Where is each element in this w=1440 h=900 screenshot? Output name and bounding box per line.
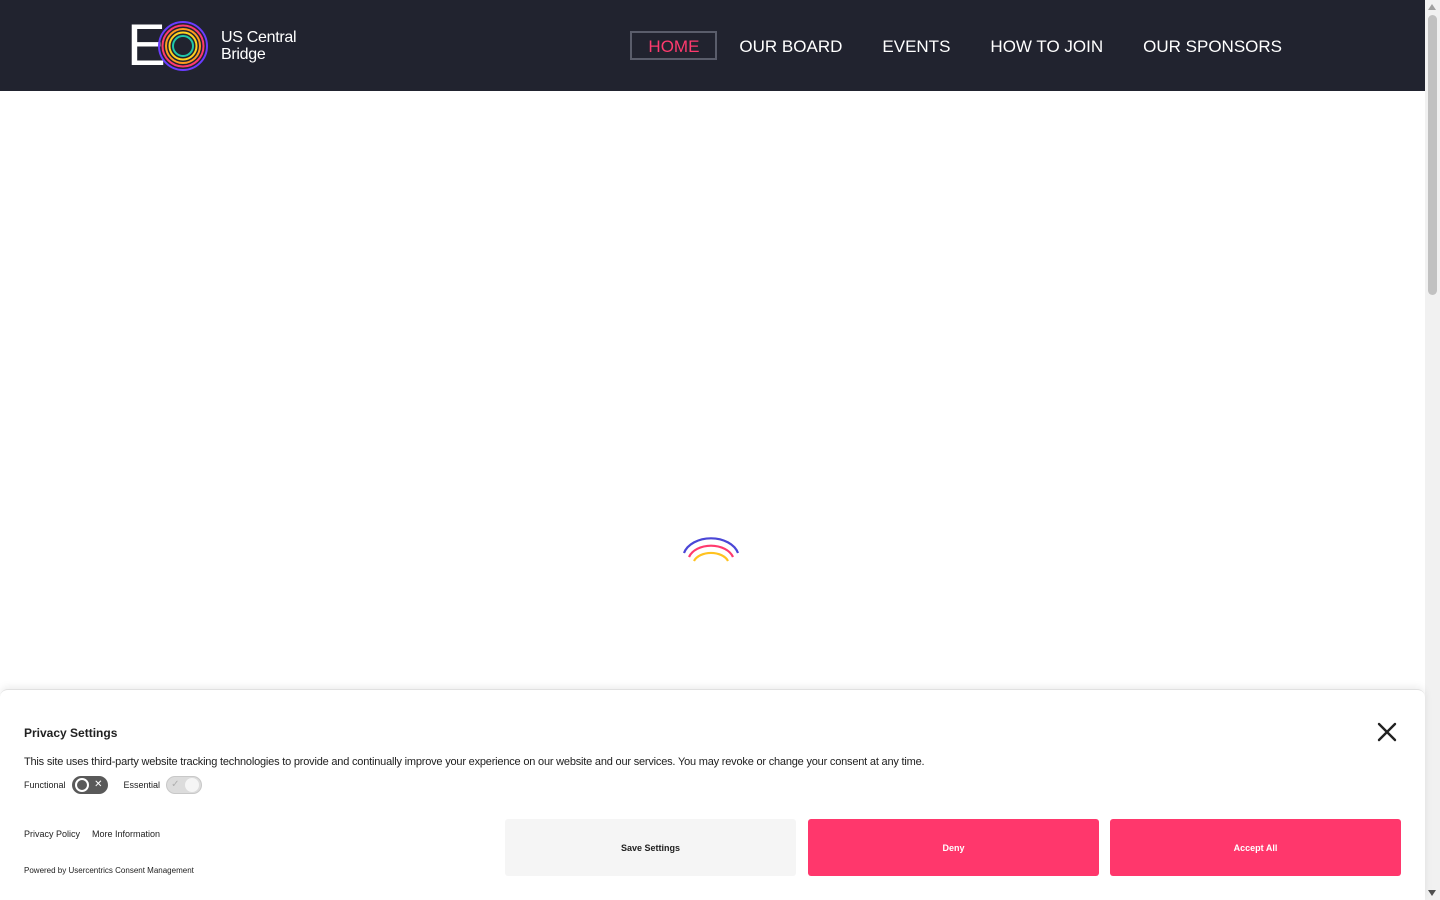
page-scrollbar[interactable] <box>1425 0 1440 900</box>
privacy-policy-link[interactable]: Privacy Policy <box>24 829 80 839</box>
logo-text: US Central Bridge <box>221 29 297 63</box>
nav-home[interactable]: HOME <box>630 31 718 60</box>
scroll-thumb[interactable] <box>1428 15 1437 295</box>
toggle-label-essential: Essential <box>123 780 161 790</box>
logo-letter: E <box>127 13 166 78</box>
accept-all-button[interactable]: Accept All <box>1110 819 1401 876</box>
consent-toggles: Functional ✕ Essential ✓ <box>24 776 218 794</box>
rainbow-arcs-loader-icon <box>682 537 740 562</box>
scroll-down-arrow-icon[interactable] <box>1428 890 1436 896</box>
nav-our-sponsors[interactable]: OUR SPONSORS <box>1125 31 1300 60</box>
consent-description: This site uses third-party website track… <box>24 756 925 768</box>
logo-line-1: US Central <box>221 29 297 46</box>
close-icon[interactable] <box>1374 719 1400 745</box>
toggle-label-functional: Functional <box>24 780 66 790</box>
essential-toggle: ✓ <box>166 776 203 794</box>
functional-toggle[interactable]: ✕ <box>71 776 108 794</box>
scroll-up-arrow-icon[interactable] <box>1428 4 1436 10</box>
logo-line-2: Bridge <box>221 46 266 63</box>
consent-title: Privacy Settings <box>24 726 118 740</box>
site-logo[interactable]: E US Central Bridge <box>127 13 297 78</box>
toggle-knob <box>74 778 89 792</box>
privacy-consent-banner: Privacy Settings This site uses third-pa… <box>0 689 1425 900</box>
x-mark-icon: ✕ <box>94 779 103 790</box>
save-settings-button[interactable]: Save Settings <box>505 819 796 876</box>
logo-rings-icon <box>158 21 208 71</box>
consent-links: Privacy Policy More Information <box>24 829 172 839</box>
deny-button[interactable]: Deny <box>808 819 1099 876</box>
powered-by-text: Powered by Usercentrics Consent Manageme… <box>24 866 194 875</box>
nav-how-to-join[interactable]: HOW TO JOIN <box>972 31 1121 60</box>
more-information-link[interactable]: More Information <box>92 829 160 839</box>
toggle-knob <box>185 778 200 792</box>
main-nav: HOME OUR BOARD EVENTS HOW TO JOIN OUR SP… <box>626 31 1300 60</box>
nav-our-board[interactable]: OUR BOARD <box>721 31 860 60</box>
check-mark-icon: ✓ <box>171 779 180 790</box>
nav-events[interactable]: EVENTS <box>864 31 968 60</box>
site-header: E US Central Bridge HOME OUR BOARD EVENT… <box>0 0 1425 91</box>
